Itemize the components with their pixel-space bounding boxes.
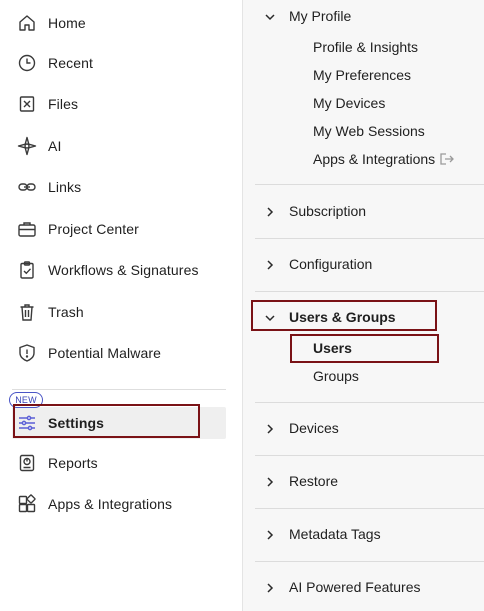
nav-item-label: AI <box>48 138 62 154</box>
chevron-right-icon <box>263 205 277 219</box>
nav-item-label: Reports <box>48 455 98 471</box>
section-title: Subscription <box>289 203 367 219</box>
section-title: My Profile <box>289 8 352 24</box>
nav-item-label: Files <box>48 96 79 112</box>
section-title: Configuration <box>289 256 373 272</box>
section-ai-powered-features[interactable]: AI Powered Features <box>243 571 484 605</box>
section-title: Metadata Tags <box>289 526 381 542</box>
home-icon <box>17 13 37 33</box>
section-subscription[interactable]: Subscription <box>243 195 484 229</box>
section-title: AI Powered Features <box>289 579 421 595</box>
section-divider <box>255 508 484 509</box>
apps-grid-icon <box>17 494 37 514</box>
nav-item-label: Home <box>48 15 86 31</box>
link-icon <box>17 177 37 197</box>
chevron-right-icon <box>263 258 277 272</box>
report-icon <box>17 453 37 473</box>
external-link-icon <box>439 152 455 166</box>
section-divider <box>255 238 484 239</box>
section-configuration[interactable]: Configuration <box>243 248 484 282</box>
nav-item-reports[interactable]: Reports <box>0 446 242 480</box>
section-title: Users & Groups <box>289 309 396 325</box>
section-divider <box>255 561 484 562</box>
shield-alert-icon <box>17 343 37 363</box>
nav-item-home[interactable]: Home <box>0 6 242 40</box>
menu-item-users[interactable]: Users <box>313 337 352 359</box>
ai-sparkle-icon <box>17 136 37 156</box>
section-devices[interactable]: Devices <box>243 412 484 446</box>
menu-item-my-web-sessions[interactable]: My Web Sessions <box>313 120 425 142</box>
section-title: Restore <box>289 473 339 489</box>
nav-item-trash[interactable]: Trash <box>0 295 242 329</box>
chevron-right-icon <box>263 422 277 436</box>
menu-item-groups[interactable]: Groups <box>313 365 359 387</box>
trash-icon <box>17 302 37 322</box>
nav-item-label: Links <box>48 179 82 195</box>
nav-divider <box>12 389 226 390</box>
nav-item-label: Workflows & Signatures <box>48 262 199 278</box>
section-divider <box>255 184 484 185</box>
section-restore[interactable]: Restore <box>243 465 484 499</box>
files-icon <box>17 94 37 114</box>
nav-item-workflows[interactable]: Workflows & Signatures <box>0 253 242 287</box>
menu-item-apps-integrations[interactable]: Apps & Integrations <box>313 148 435 170</box>
chevron-down-icon <box>263 311 277 325</box>
nav-item-label: Settings <box>48 415 105 431</box>
left-nav: Home Recent Files AI Links Project Cente… <box>0 0 242 611</box>
nav-item-label: Potential Malware <box>48 345 161 361</box>
nav-item-settings[interactable]: Settings <box>0 406 242 440</box>
section-title: Devices <box>289 420 339 436</box>
nav-item-project-center[interactable]: Project Center <box>0 212 242 246</box>
menu-item-my-devices[interactable]: My Devices <box>313 92 385 114</box>
new-badge: NEW <box>9 392 43 408</box>
chevron-right-icon <box>263 475 277 489</box>
nav-item-ai[interactable]: AI <box>0 129 242 163</box>
nav-item-label: Apps & Integrations <box>48 496 173 512</box>
nav-item-links[interactable]: Links <box>0 170 242 204</box>
menu-item-profile-insights[interactable]: Profile & Insights <box>313 36 418 58</box>
section-divider <box>255 402 484 403</box>
chevron-right-icon <box>263 528 277 542</box>
nav-item-label: Recent <box>48 55 93 71</box>
section-divider <box>255 291 484 292</box>
chevron-right-icon <box>263 581 277 595</box>
chevron-down-icon <box>263 10 277 24</box>
section-my-profile[interactable]: My Profile <box>243 0 484 34</box>
nav-item-label: Trash <box>48 304 84 320</box>
settings-panel: My Profile Profile & Insights My Prefere… <box>243 0 484 611</box>
nav-item-potential-malware[interactable]: Potential Malware <box>0 336 242 370</box>
clipboard-check-icon <box>17 260 37 280</box>
nav-item-recent[interactable]: Recent <box>0 46 242 80</box>
clock-icon <box>17 53 37 73</box>
section-users-groups[interactable]: Users & Groups <box>243 301 484 335</box>
sliders-icon <box>17 413 37 433</box>
menu-item-my-preferences[interactable]: My Preferences <box>313 64 411 86</box>
section-metadata-tags[interactable]: Metadata Tags <box>243 518 484 552</box>
nav-item-files[interactable]: Files <box>0 87 242 121</box>
briefcase-icon <box>17 219 37 239</box>
nav-item-apps-integrations[interactable]: Apps & Integrations <box>0 487 242 521</box>
nav-item-label: Project Center <box>48 221 139 237</box>
section-divider <box>255 455 484 456</box>
